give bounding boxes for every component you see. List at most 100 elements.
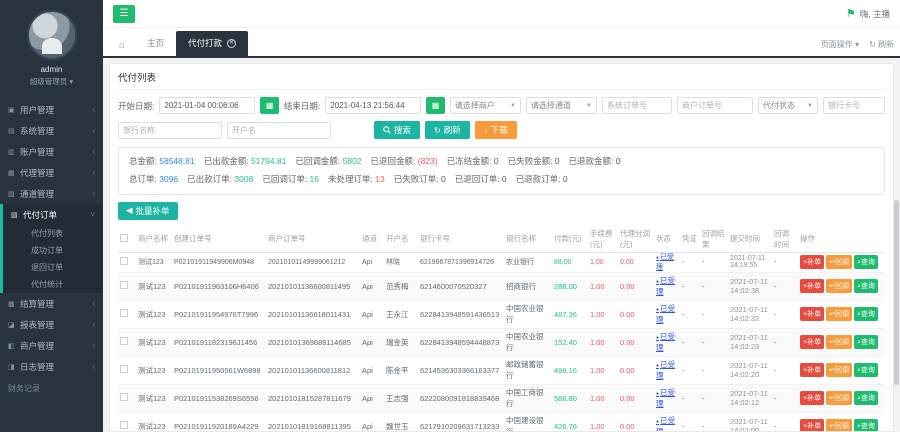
- query-button[interactable]: ⌕查询: [854, 419, 878, 432]
- repair-order-button[interactable]: +补单: [800, 363, 824, 377]
- stat-item: 已退款金额: 0: [569, 156, 624, 166]
- refresh-button[interactable]: ↻ 刷新: [425, 121, 470, 139]
- tab-home-page[interactable]: 主页: [135, 31, 176, 56]
- refresh-tab-button[interactable]: ↻ 刷新: [869, 39, 894, 50]
- download-button[interactable]: ↓ 下载: [475, 121, 517, 139]
- stat-item: 已退款订单: 0: [516, 174, 571, 184]
- bank-card-input[interactable]: [823, 97, 885, 114]
- tab-payout[interactable]: 代付打款 ✕: [176, 31, 248, 56]
- sidebar-item-8[interactable]: ◧商户管理‹: [0, 335, 103, 356]
- system-order-input[interactable]: [602, 97, 672, 114]
- payout-status-select[interactable]: 代付状态 ▼: [758, 97, 818, 114]
- page-actions-dropdown[interactable]: 页面操作 ▾: [821, 39, 859, 50]
- cell-merchant: 测试123: [136, 328, 172, 356]
- sidebar-item-3[interactable]: ▦代理管理‹: [0, 162, 103, 183]
- search-button[interactable]: 搜索: [374, 121, 420, 139]
- callback-button[interactable]: ↩回调: [826, 255, 852, 269]
- status-link[interactable]: 已受理: [656, 416, 678, 432]
- sidebar-item-6[interactable]: ▩结算管理‹: [0, 293, 103, 314]
- account-name-input[interactable]: [227, 122, 331, 139]
- repair-order-button[interactable]: +补单: [800, 255, 824, 269]
- callback-button[interactable]: ↩回调: [826, 363, 852, 377]
- cell-status: 已受理: [654, 300, 680, 328]
- query-button[interactable]: ⌕查询: [854, 335, 878, 349]
- cell-merchant: 测试123: [136, 384, 172, 412]
- query-button[interactable]: ⌕查询: [854, 307, 878, 321]
- cell-voucher: -: [680, 412, 700, 432]
- merchant-select[interactable]: 请选择商户 ▼: [450, 97, 521, 114]
- batch-repair-button[interactable]: ◀ 批量补单: [118, 202, 178, 220]
- user-profile[interactable]: admin 超级管理员 ▾: [0, 0, 103, 93]
- avatar[interactable]: [27, 10, 77, 60]
- end-date-input[interactable]: [325, 97, 421, 114]
- sidebar-subitem[interactable]: 代付列表: [3, 225, 103, 242]
- query-button[interactable]: ⌕查询: [854, 363, 878, 377]
- stats-line: 总金额: 58548.81已出款金额: 51794.81已回调金额: 5802已…: [129, 153, 874, 171]
- status-link[interactable]: 已受理: [656, 360, 678, 380]
- callback-button[interactable]: ↩回调: [826, 279, 852, 293]
- cell-card: 6228413948594448873: [418, 328, 504, 356]
- plus-icon: +: [803, 283, 807, 290]
- header-greeting[interactable]: ⚑ 嗨, 主播: [846, 7, 890, 20]
- table-row: 测试123P02101911954976T7996202101011366180…: [118, 300, 884, 328]
- status-link[interactable]: 已受理: [656, 253, 678, 272]
- hamburger-menu-icon[interactable]: ☰: [113, 5, 135, 23]
- repair-order-button[interactable]: +补单: [800, 335, 824, 349]
- cell-callback_time: -: [772, 272, 798, 300]
- cell-amount: 498.16: [552, 356, 588, 384]
- close-icon[interactable]: ✕: [227, 39, 236, 48]
- vertical-scrollbar[interactable]: [894, 200, 899, 385]
- row-checkbox[interactable]: [120, 281, 128, 289]
- sidebar-item-2[interactable]: ▥账户管理‹: [0, 141, 103, 162]
- sidebar-item-5[interactable]: ▨代付订单˅: [3, 204, 103, 225]
- row-checkbox[interactable]: [120, 337, 128, 345]
- cell-agent: 0.00: [618, 272, 654, 300]
- channel-select[interactable]: 请选择通道 ▼: [526, 97, 597, 114]
- sidebar-item-7[interactable]: ◪报表管理‹: [0, 314, 103, 335]
- search-icon: [383, 126, 391, 134]
- cell-callback_time: -: [772, 412, 798, 432]
- query-button[interactable]: ⌕查询: [854, 391, 878, 405]
- status-link[interactable]: 已受理: [656, 332, 678, 352]
- repair-order-button[interactable]: +补单: [800, 391, 824, 405]
- home-icon[interactable]: ⌂: [109, 40, 135, 56]
- sidebar-subitem[interactable]: 退回订单: [3, 259, 103, 276]
- status-link[interactable]: 已受理: [656, 276, 678, 296]
- sidebar-item-footer[interactable]: 财务记录: [0, 377, 103, 400]
- payout-orders-table: 商户名称创建订单号商户订单号通道开户名银行卡号银行名称付款(元)手续费(元)代理…: [118, 226, 884, 432]
- query-button[interactable]: ⌕查询: [854, 255, 878, 269]
- repair-order-button[interactable]: +补单: [800, 279, 824, 293]
- merchant-order-input[interactable]: [677, 97, 753, 114]
- main-area: ☰ ⚑ 嗨, 主播 ⌂ 主页 代付打款 ✕ 页面操作 ▾ ↻ 刷新 代付列表: [103, 0, 900, 432]
- log-icon: ◨: [8, 363, 20, 371]
- sidebar-subitem[interactable]: 成功订单: [3, 242, 103, 259]
- query-button[interactable]: ⌕查询: [854, 279, 878, 293]
- callback-button[interactable]: ↩回调: [826, 307, 852, 321]
- sidebar-subitem[interactable]: 代付统计: [3, 276, 103, 293]
- cell-account: 范秀梅: [384, 272, 418, 300]
- callback-button[interactable]: ↩回调: [826, 419, 852, 432]
- bank-name-input[interactable]: [118, 122, 222, 139]
- status-link[interactable]: 已受理: [656, 304, 678, 324]
- status-link[interactable]: 已受理: [656, 388, 678, 408]
- sidebar-item-4[interactable]: ▧通道管理‹: [0, 183, 103, 204]
- row-checkbox[interactable]: [120, 257, 128, 265]
- sidebar-item-0[interactable]: ▣用户管理‹: [0, 99, 103, 120]
- row-checkbox[interactable]: [120, 365, 128, 373]
- sidebar-group: ▨代付订单˅代付列表成功订单退回订单代付统计: [0, 204, 103, 293]
- user-role-dropdown[interactable]: 超级管理员 ▾: [0, 76, 103, 87]
- sidebar-item-1[interactable]: ▤系统管理‹: [0, 120, 103, 141]
- row-checkbox[interactable]: [120, 421, 128, 429]
- calendar-icon[interactable]: ▦: [260, 97, 279, 114]
- callback-button[interactable]: ↩回调: [826, 391, 852, 405]
- repair-order-button[interactable]: +补单: [800, 307, 824, 321]
- sidebar-item-9[interactable]: ◨日志管理‹: [0, 356, 103, 377]
- row-checkbox[interactable]: [120, 309, 128, 317]
- start-date-input[interactable]: [159, 97, 255, 114]
- row-checkbox[interactable]: [120, 393, 128, 401]
- select-all-checkbox[interactable]: [120, 234, 128, 242]
- callback-button[interactable]: ↩回调: [826, 335, 852, 349]
- table-row: 测试123P02101911949906M0948202101011499990…: [118, 252, 884, 272]
- calendar-icon[interactable]: ▦: [426, 97, 445, 114]
- repair-order-button[interactable]: +补单: [800, 419, 824, 432]
